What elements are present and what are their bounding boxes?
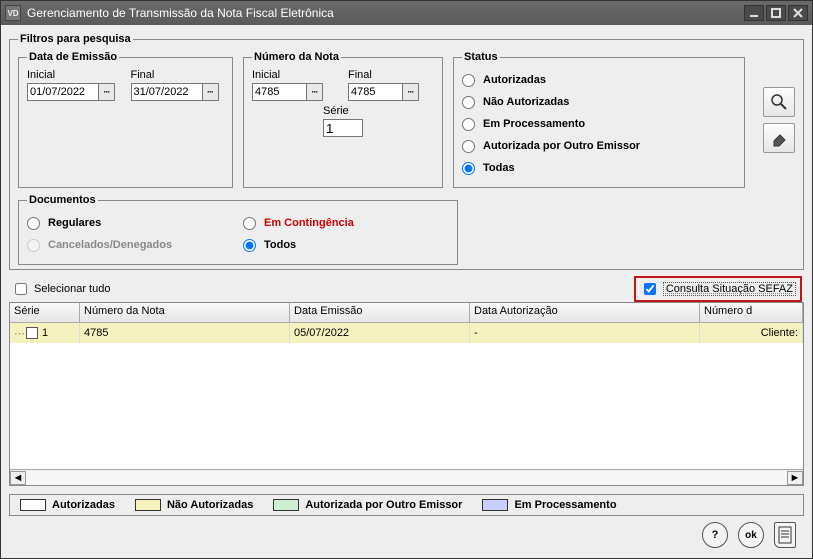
eraser-icon	[770, 129, 788, 147]
window-title: Gerenciamento de Transmissão da Nota Fis…	[27, 6, 742, 20]
select-all-label[interactable]: Selecionar tudo	[34, 283, 110, 295]
legend-em-processamento: Em Processamento	[514, 499, 616, 511]
status-em-processamento-label[interactable]: Em Processamento	[483, 118, 585, 130]
grid-header: Série Número da Nota Data Emissão Data A…	[10, 303, 803, 323]
swatch-autorizadas	[20, 499, 46, 511]
title-bar: VD Gerenciamento de Transmissão da Nota …	[1, 1, 812, 25]
filters-fieldset: Filtros para pesquisa Data de Emissão In…	[9, 33, 804, 270]
status-em-processamento-radio[interactable]	[462, 118, 475, 131]
documentos-legend: Documentos	[27, 194, 98, 206]
status-autorizada-outro-radio[interactable]	[462, 140, 475, 153]
ok-button[interactable]: ok	[738, 522, 764, 548]
legend-autorizada-outro: Autorizada por Outro Emissor	[305, 499, 462, 511]
ok-label: ok	[745, 530, 757, 541]
col-data-emissao[interactable]: Data Emissão	[290, 303, 470, 322]
help-button[interactable]: ?	[702, 522, 728, 548]
date-picker-icon[interactable]: ···	[203, 83, 219, 101]
data-emissao-legend: Data de Emissão	[27, 51, 119, 63]
consulta-sefaz-highlight: Consulta Situação SEFAZ	[634, 276, 802, 302]
documentos-cancelados-label: Cancelados/Denegados	[48, 239, 172, 251]
documentos-cancelados-radio	[27, 239, 40, 252]
nota-inicial-label: Inicial	[252, 69, 338, 81]
tree-expander-icon[interactable]	[14, 327, 26, 340]
window-content: Filtros para pesquisa Data de Emissão In…	[1, 25, 812, 558]
maximize-button[interactable]	[766, 5, 786, 21]
date-picker-icon[interactable]: ···	[99, 83, 115, 101]
serie-input[interactable]	[323, 119, 363, 137]
status-legend-bar: Autorizadas Não Autorizadas Autorizada p…	[9, 494, 804, 516]
minimize-button[interactable]	[744, 5, 764, 21]
status-autorizada-outro-label[interactable]: Autorizada por Outro Emissor	[483, 140, 640, 152]
legend-nao-autorizadas: Não Autorizadas	[167, 499, 253, 511]
document-icon	[778, 526, 792, 544]
picker-icon[interactable]: ···	[307, 83, 323, 101]
status-fieldset: Status Autorizadas Não Autorizadas Em Pr…	[453, 51, 745, 188]
swatch-em-processamento	[482, 499, 508, 511]
search-button[interactable]	[763, 87, 795, 117]
nota-inicial-input[interactable]	[252, 83, 307, 101]
filters-legend: Filtros para pesquisa	[18, 33, 133, 45]
filter-action-buttons	[763, 87, 795, 153]
documentos-fieldset: Documentos Regulares Cancelados/Denegado…	[18, 194, 458, 265]
col-numero[interactable]: Número da Nota	[80, 303, 290, 322]
swatch-nao-autorizadas	[135, 499, 161, 511]
clear-button[interactable]	[763, 123, 795, 153]
data-final-label: Final	[131, 69, 225, 81]
cell-serie: 1	[42, 327, 48, 339]
numero-nota-fieldset: Número da Nota Inicial ··· Final	[243, 51, 443, 188]
status-todas-label[interactable]: Todas	[483, 162, 515, 174]
documentos-regulares-label[interactable]: Regulares	[48, 217, 101, 229]
col-data-autorizacao[interactable]: Data Autorização	[470, 303, 700, 322]
swatch-autorizada-outro	[273, 499, 299, 511]
documentos-regulares-radio[interactable]	[27, 217, 40, 230]
bottom-button-bar: ? ok	[9, 516, 804, 550]
results-grid: Série Número da Nota Data Emissão Data A…	[9, 302, 804, 486]
status-todas-radio[interactable]	[462, 162, 475, 175]
nota-final-label: Final	[348, 69, 434, 81]
picker-icon[interactable]: ···	[403, 83, 419, 101]
data-inicial-label: Inicial	[27, 69, 121, 81]
help-icon: ?	[712, 529, 719, 541]
grid-toolbar: Selecionar tudo Consulta Situação SEFAZ	[9, 278, 804, 300]
numero-nota-legend: Número da Nota	[252, 51, 341, 63]
scroll-track[interactable]	[26, 471, 787, 485]
legend-autorizadas: Autorizadas	[52, 499, 115, 511]
status-nao-autorizadas-radio[interactable]	[462, 96, 475, 109]
select-all-checkbox[interactable]	[15, 283, 27, 295]
documentos-todos-label[interactable]: Todos	[264, 239, 296, 251]
report-button[interactable]	[774, 522, 796, 548]
cell-data-emissao: 05/07/2022	[290, 323, 470, 343]
documentos-todos-radio[interactable]	[243, 239, 256, 252]
documentos-contingencia-label[interactable]: Em Contingência	[264, 217, 354, 229]
data-inicial-input[interactable]	[27, 83, 99, 101]
scroll-left-icon[interactable]: ◄	[10, 471, 26, 485]
cell-data-autorizacao: -	[470, 323, 700, 343]
data-emissao-fieldset: Data de Emissão Inicial ··· Final	[18, 51, 233, 188]
documentos-contingencia-radio[interactable]	[243, 217, 256, 230]
status-nao-autorizadas-label[interactable]: Não Autorizadas	[483, 96, 569, 108]
main-window: VD Gerenciamento de Transmissão da Nota …	[0, 0, 813, 559]
consulta-sefaz-label[interactable]: Consulta Situação SEFAZ	[663, 282, 796, 296]
col-numero-doc[interactable]: Número d	[700, 303, 803, 322]
status-autorizadas-label[interactable]: Autorizadas	[483, 74, 546, 86]
close-button[interactable]	[788, 5, 808, 21]
nota-final-input[interactable]	[348, 83, 403, 101]
horizontal-scrollbar[interactable]: ◄ ►	[10, 469, 803, 485]
col-serie[interactable]: Série	[10, 303, 80, 322]
status-autorizadas-radio[interactable]	[462, 74, 475, 87]
cell-numero: 4785	[80, 323, 290, 343]
magnifier-icon	[770, 93, 788, 111]
row-checkbox[interactable]	[26, 327, 38, 339]
grid-body[interactable]: 1 4785 05/07/2022 - Cliente:	[10, 323, 803, 469]
filters-top-row: Data de Emissão Inicial ··· Final	[18, 51, 795, 188]
data-final-input[interactable]	[131, 83, 203, 101]
status-legend: Status	[462, 51, 500, 63]
cell-cliente: Cliente:	[700, 323, 803, 343]
consulta-sefaz-checkbox[interactable]	[644, 283, 656, 295]
app-badge-icon: VD	[5, 5, 21, 21]
scroll-right-icon[interactable]: ►	[787, 471, 803, 485]
table-row[interactable]: 1 4785 05/07/2022 - Cliente:	[10, 323, 803, 343]
serie-label: Série	[323, 105, 414, 117]
